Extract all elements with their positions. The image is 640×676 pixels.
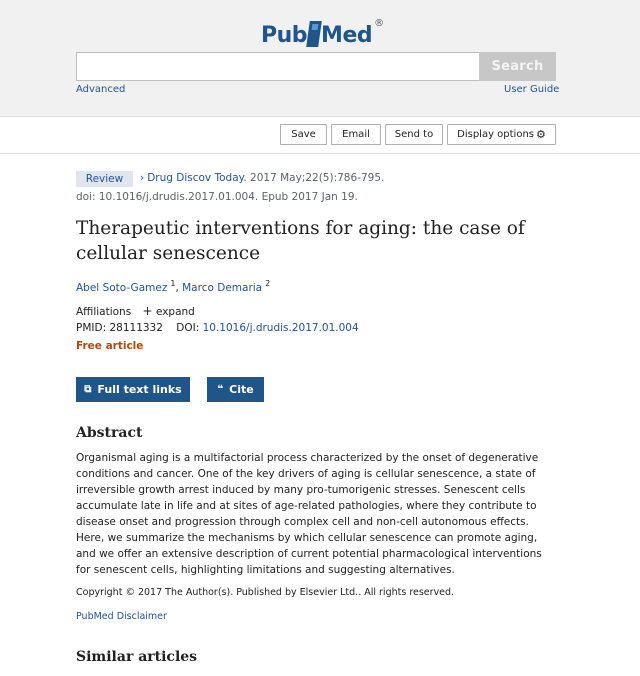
doi-epub-line: doi: 10.1016/j.drudis.2017.01.004. Epub … bbox=[76, 191, 358, 203]
similar-articles-heading: Similar articles bbox=[76, 649, 198, 665]
pubmed-disclaimer-link[interactable]: PubMed Disclaimer bbox=[76, 611, 167, 622]
search-button[interactable]: Search bbox=[479, 52, 556, 81]
free-article-label: Free article bbox=[76, 340, 144, 352]
quote-icon: ❝ bbox=[217, 384, 224, 395]
full-text-links-label: Full text links bbox=[97, 383, 182, 396]
author-affil-sup: 1 bbox=[170, 279, 176, 288]
doi-label: DOI: bbox=[176, 322, 200, 334]
pmid-label: PMID: bbox=[76, 322, 107, 334]
gear-icon: ⚙ bbox=[536, 128, 546, 141]
affiliations-label: Affiliations bbox=[76, 306, 132, 318]
display-options-label: Display options bbox=[457, 129, 534, 140]
author-link[interactable]: Marco Demaria bbox=[182, 282, 262, 294]
author-list: Abel Soto-Gamez 1, Marco Demaria 2 bbox=[76, 279, 271, 294]
cite-label: Cite bbox=[229, 383, 254, 396]
citation-details: 2017 May;22(5):786-795. bbox=[250, 172, 385, 184]
journal-citation: › Drug Discov Today. 2017 May;22(5):786-7… bbox=[140, 172, 384, 184]
abstract-text: Organismal aging is a multifactorial pro… bbox=[76, 452, 542, 576]
toolbar-divider bbox=[0, 153, 640, 154]
send-to-button[interactable]: Send to bbox=[385, 124, 443, 145]
expand-label: expand bbox=[155, 306, 195, 318]
logo-text-pub: Pub bbox=[261, 23, 308, 48]
affiliations-row: Affiliations + expand bbox=[76, 304, 195, 318]
email-button[interactable]: Email bbox=[331, 124, 381, 145]
chevron-right-icon: › bbox=[140, 172, 145, 184]
doi-link[interactable]: 10.1016/j.drudis.2017.01.004 bbox=[203, 322, 359, 334]
pubmed-logo[interactable]: Pub Med ® bbox=[261, 14, 384, 48]
external-link-icon: ⧉ bbox=[84, 384, 92, 395]
copyright-notice: Copyright © 2017 The Author(s). Publishe… bbox=[76, 587, 455, 598]
cite-button[interactable]: ❝ Cite bbox=[207, 377, 264, 402]
user-guide-link[interactable]: User Guide bbox=[504, 84, 559, 95]
full-text-links-button[interactable]: ⧉ Full text links bbox=[76, 377, 190, 402]
search-input[interactable] bbox=[76, 52, 480, 81]
plus-icon: + bbox=[142, 304, 153, 318]
expand-affiliations-toggle[interactable]: + expand bbox=[135, 304, 195, 318]
registered-mark: ® bbox=[374, 18, 384, 29]
pmid-value: 28111332 bbox=[109, 322, 163, 334]
logo-mark-icon bbox=[306, 21, 322, 47]
display-options-button[interactable]: Display options ⚙ bbox=[447, 124, 556, 145]
advanced-search-link[interactable]: Advanced bbox=[76, 84, 125, 95]
journal-link[interactable]: Drug Discov Today. bbox=[147, 172, 247, 184]
article-title: Therapeutic interventions for aging: the… bbox=[76, 218, 525, 264]
abstract-heading: Abstract bbox=[76, 425, 143, 441]
save-button[interactable]: Save bbox=[280, 124, 327, 145]
logo-text-med: Med bbox=[321, 23, 373, 48]
identifiers-row: PMID: 28111332 DOI: 10.1016/j.drudis.201… bbox=[76, 322, 359, 334]
publication-type-badge: Review bbox=[76, 171, 133, 187]
author-link[interactable]: Abel Soto-Gamez bbox=[76, 282, 167, 294]
author-affil-sup: 2 bbox=[265, 279, 271, 288]
